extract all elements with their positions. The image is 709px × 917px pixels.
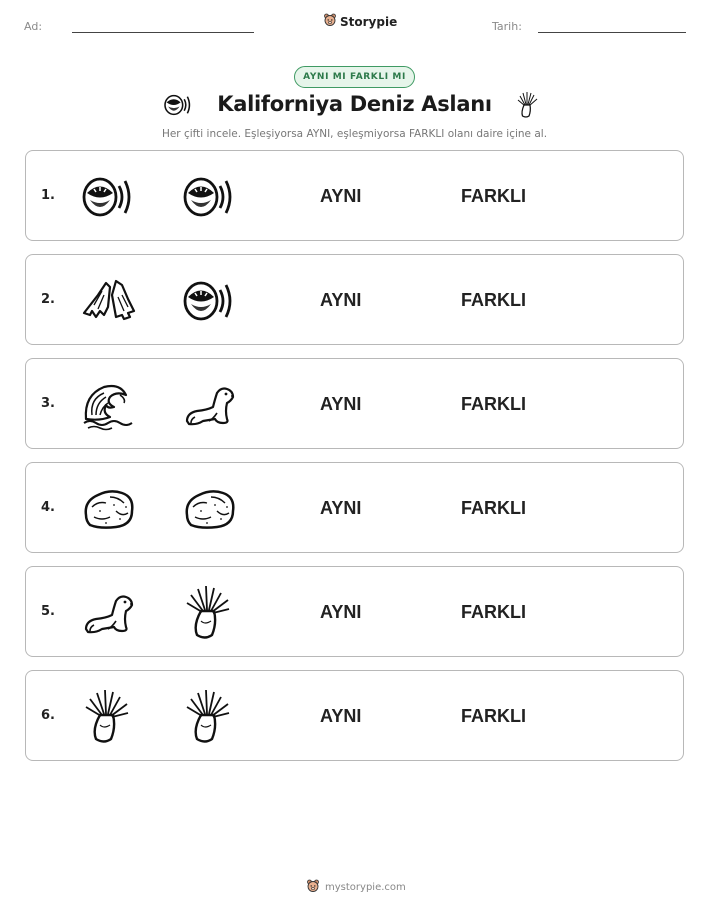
row-2: 2. AYNI FARKLI (25, 254, 684, 345)
row-6: 6. AYNI FARKLI (25, 670, 684, 761)
row-number: 5. (41, 604, 55, 619)
sound-mouth-icon (181, 273, 237, 329)
same-option[interactable]: AYNI (320, 706, 361, 727)
row-1: 1. AYNI FARKLI (25, 150, 684, 241)
name-label: Ad: (24, 20, 43, 33)
row-4: 4. AYNI FARKLI (25, 462, 684, 553)
bear-logo-icon (306, 879, 320, 896)
row-number: 3. (41, 396, 55, 411)
row-3: 3. AYNI FARKLI (25, 358, 684, 449)
same-option[interactable]: AYNI (320, 498, 361, 519)
row-number: 2. (41, 292, 55, 307)
footer: mystorypie.com (306, 879, 406, 896)
sea-lion-icon (80, 585, 136, 641)
flippers-icon (80, 273, 136, 329)
sea-lion-icon (181, 377, 237, 433)
row-number: 1. (41, 188, 55, 203)
different-option[interactable]: FARKLI (461, 706, 526, 727)
row-number: 6. (41, 708, 55, 723)
brand-name: Storypie (340, 14, 398, 29)
sound-mouth-icon (181, 169, 237, 225)
bear-logo-icon (323, 13, 337, 30)
same-option[interactable]: AYNI (320, 290, 361, 311)
page-title: Kaliforniya Deniz Aslanı (217, 92, 492, 116)
activity-badge: AYNI MI FARKLI MI (294, 66, 415, 88)
different-option[interactable]: FARKLI (461, 290, 526, 311)
same-option[interactable]: AYNI (320, 186, 361, 207)
sea-anemone-icon (181, 689, 237, 745)
sea-anemone-icon (514, 89, 542, 125)
date-line[interactable] (538, 32, 686, 33)
rock-icon (80, 481, 136, 537)
date-label: Tarih: (492, 20, 522, 33)
name-line[interactable] (72, 32, 254, 33)
same-option[interactable]: AYNI (320, 602, 361, 623)
same-option[interactable]: AYNI (320, 394, 361, 415)
different-option[interactable]: FARKLI (461, 394, 526, 415)
different-option[interactable]: FARKLI (461, 498, 526, 519)
row-5: 5. AYNI FARKLI (25, 566, 684, 657)
sea-anemone-icon (80, 689, 136, 745)
sound-mouth-icon (80, 169, 136, 225)
different-option[interactable]: FARKLI (461, 186, 526, 207)
rock-icon (181, 481, 237, 537)
sea-anemone-icon (181, 585, 237, 641)
footer-link[interactable]: mystorypie.com (325, 882, 406, 893)
wave-icon (80, 377, 136, 433)
different-option[interactable]: FARKLI (461, 602, 526, 623)
instructions: Her çifti incele. Eşleşiyorsa AYNI, eşle… (161, 128, 548, 140)
row-number: 4. (41, 500, 55, 515)
brand: Storypie (323, 13, 397, 30)
